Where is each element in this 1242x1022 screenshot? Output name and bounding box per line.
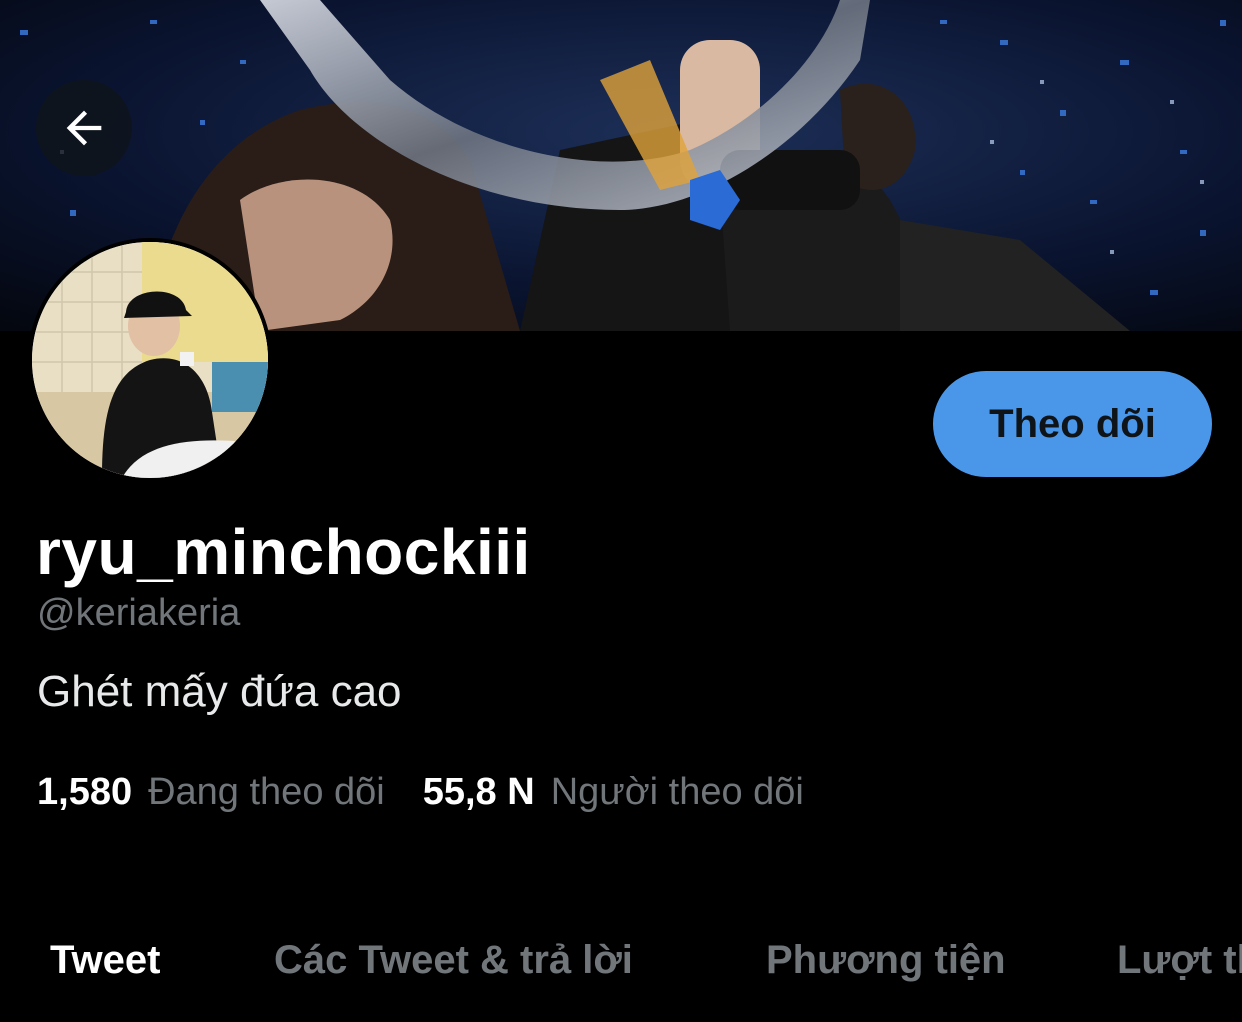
- arrow-left-icon: [66, 110, 102, 146]
- profile-tabs: Tweet Các Tweet & trả lời Phương tiện Lư…: [0, 930, 1242, 1022]
- profile-bio: Ghét mấy đứa cao: [37, 667, 402, 716]
- avatar[interactable]: [28, 238, 272, 482]
- tab-likes[interactable]: Lượt thích: [1117, 938, 1242, 983]
- tab-tweets[interactable]: Tweet: [50, 938, 160, 983]
- followers-count: 55,8 N: [422, 771, 535, 813]
- followers-label: Người theo dõi: [550, 771, 804, 813]
- back-button[interactable]: [36, 80, 132, 176]
- following-count: 1,580: [37, 771, 133, 813]
- display-name: ryu_minchockiii: [36, 516, 531, 588]
- tab-media[interactable]: Phương tiện: [766, 938, 1006, 983]
- profile-page: Theo dõi ryu_minchockiii @keriakeria Ghé…: [0, 0, 1242, 1022]
- following-link[interactable]: 1,580 Đang theo dõi: [37, 771, 385, 814]
- followers-link[interactable]: 55,8 N Người theo dõi: [423, 771, 804, 814]
- user-handle: @keriakeria: [37, 592, 241, 634]
- following-label: Đang theo dõi: [148, 771, 385, 813]
- follow-button[interactable]: Theo dõi: [933, 371, 1212, 477]
- tab-tweets-and-replies[interactable]: Các Tweet & trả lời: [274, 938, 633, 983]
- profile-stats: 1,580 Đang theo dõi 55,8 N Người theo dõ…: [37, 771, 804, 814]
- avatar-image: [32, 242, 268, 478]
